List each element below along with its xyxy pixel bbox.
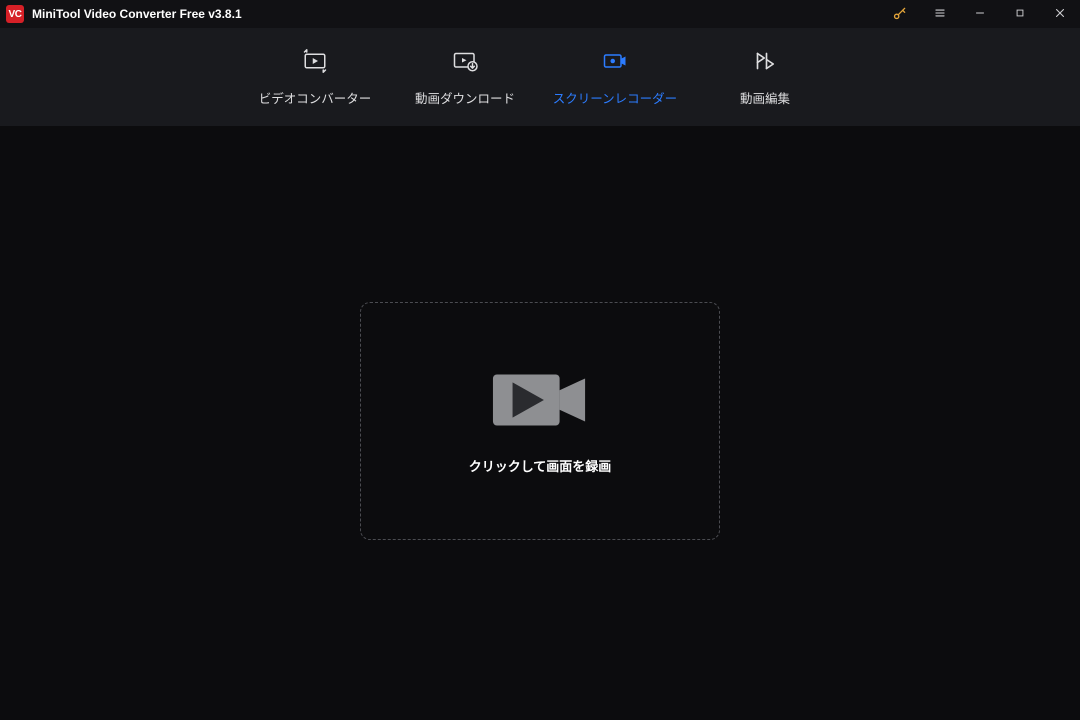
close-button[interactable] [1040, 0, 1080, 28]
menu-button[interactable] [920, 0, 960, 28]
record-screen-dropzone[interactable]: クリックして画面を録画 [360, 302, 720, 540]
download-icon [450, 48, 480, 74]
tab-video-converter[interactable]: ビデオコンバーター [240, 28, 390, 126]
maximize-button[interactable] [1000, 0, 1040, 28]
key-icon [892, 5, 908, 24]
tabbar: ビデオコンバーター 動画ダウンロード スクリーンレコーダー [0, 28, 1080, 126]
titlebar: VC MiniTool Video Converter Free v3.8.1 [0, 0, 1080, 28]
app-logo-text: VC [9, 9, 22, 20]
tab-screen-recorder[interactable]: スクリーンレコーダー [540, 28, 690, 126]
hamburger-icon [933, 6, 947, 23]
recorder-icon [600, 48, 630, 74]
close-icon [1053, 6, 1067, 23]
camera-play-icon [491, 368, 589, 432]
minimize-icon [973, 6, 987, 23]
convert-icon [300, 48, 330, 74]
main-area: クリックして画面を録画 [0, 126, 1080, 720]
dropzone-label: クリックして画面を録画 [469, 456, 612, 475]
titlebar-controls [880, 0, 1080, 28]
minimize-button[interactable] [960, 0, 1000, 28]
tab-label: スクリーンレコーダー [553, 88, 677, 107]
app-logo: VC [6, 5, 24, 23]
edit-icon [750, 48, 780, 74]
maximize-icon [1013, 6, 1027, 23]
tab-label: 動画編集 [740, 88, 790, 107]
tab-video-edit[interactable]: 動画編集 [690, 28, 840, 126]
tab-label: ビデオコンバーター [259, 88, 372, 107]
tab-video-download[interactable]: 動画ダウンロード [390, 28, 540, 126]
app-title: MiniTool Video Converter Free v3.8.1 [32, 7, 242, 21]
upgrade-key-button[interactable] [880, 0, 920, 28]
tab-label: 動画ダウンロード [415, 88, 515, 107]
